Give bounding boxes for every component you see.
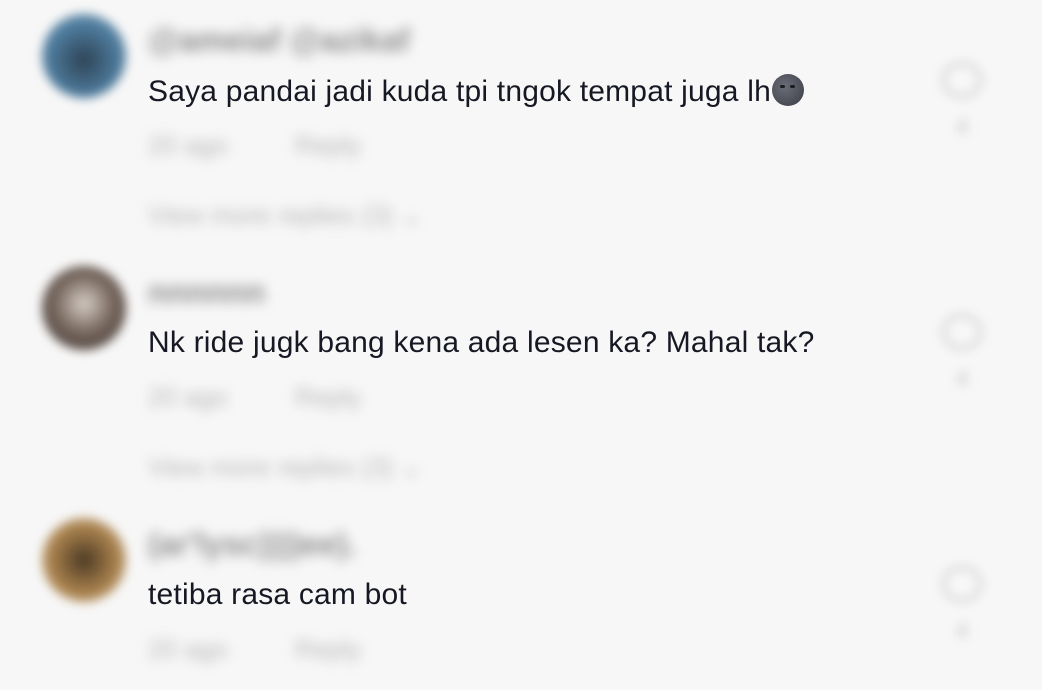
reply-button[interactable]: Reply xyxy=(295,634,361,664)
comment-text: Nk ride jugk bang kena ada lesen ka? Mah… xyxy=(148,326,815,359)
like-count: 4 xyxy=(955,618,969,643)
view-replies-button[interactable]: View more replies (3) ⌄ xyxy=(148,200,422,231)
comment-meta: 20 ago Reply xyxy=(148,634,421,665)
new-moon-face-icon xyxy=(771,74,804,106)
comment-item: @ameiaf @azikaf Saya pandai jadi kuda tp… xyxy=(0,0,1042,250)
comment-meta: 20 ago Reply xyxy=(148,130,421,161)
comment-item: nnnnnn Nk ride jugk bang kena ada lesen … xyxy=(0,252,1042,502)
reply-button[interactable]: Reply xyxy=(295,382,361,412)
comment-meta: 20 ago Reply xyxy=(148,382,421,413)
comment-text-content: Saya pandai jadi kuda tpi tngok tempat j… xyxy=(148,75,771,108)
avatar[interactable] xyxy=(42,518,126,602)
heart-icon xyxy=(942,62,982,98)
comment-time: 20 ago xyxy=(148,130,228,160)
comment-time: 20 ago xyxy=(148,382,228,412)
comment-text: Saya pandai jadi kuda tpi tngok tempat j… xyxy=(148,74,804,109)
heart-icon xyxy=(942,566,982,602)
like-button[interactable]: 4 xyxy=(936,314,988,392)
view-replies-button[interactable]: View more replies (3) ⌄ xyxy=(148,452,422,483)
reply-button[interactable]: Reply xyxy=(295,130,361,160)
comment-username[interactable]: (ar'lysc))))ee). xyxy=(148,526,357,566)
avatar[interactable] xyxy=(42,266,126,350)
like-count: 4 xyxy=(955,366,969,391)
comment-item: (ar'lysc))))ee). tetiba rasa cam bot 20 … xyxy=(0,504,1042,690)
like-button[interactable]: 4 xyxy=(936,62,988,140)
comment-time: 20 ago xyxy=(148,634,228,664)
like-count: 4 xyxy=(955,114,969,139)
avatar[interactable] xyxy=(42,14,126,98)
like-button[interactable]: 4 xyxy=(936,566,988,644)
heart-icon xyxy=(942,314,982,350)
comment-username[interactable]: nnnnnn xyxy=(148,274,265,314)
comment-text: tetiba rasa cam bot xyxy=(148,578,407,611)
comment-username[interactable]: @ameiaf @azikaf xyxy=(148,22,410,62)
